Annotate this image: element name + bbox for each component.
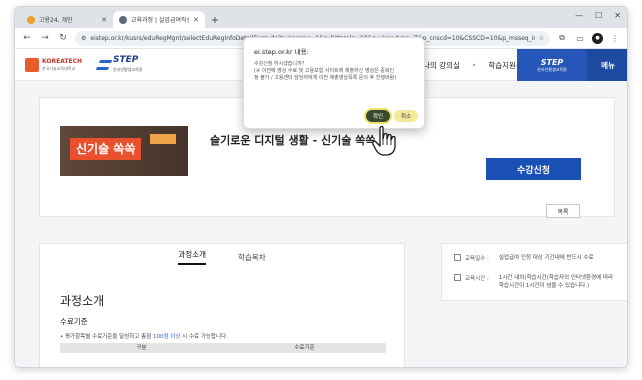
more-menu-icon[interactable]: ⋮ bbox=[609, 34, 621, 43]
step-logo[interactable]: STEP 온라인평생교육원 bbox=[95, 54, 143, 74]
step-logo-sub: 온라인평생교육원 bbox=[113, 66, 143, 72]
table-header-criteria: 수료기준 bbox=[294, 345, 315, 351]
bookmark-star-icon[interactable]: ☆ bbox=[539, 35, 544, 42]
minimize-icon[interactable]: — bbox=[575, 11, 583, 20]
course-thumbnail: 신기술 쏙쏙 bbox=[60, 126, 188, 176]
table-header-category: 구분 bbox=[136, 345, 147, 351]
thumbnail-title: 신기술 쏙쏙 bbox=[70, 138, 142, 160]
site-info-icon[interactable]: ⚙ bbox=[81, 35, 86, 42]
info-value: 실업급여 인정 대상 기간내에 반드시 수료 bbox=[498, 255, 594, 261]
section-title: 과정소개 bbox=[60, 294, 105, 308]
menu-button[interactable]: 메뉴 bbox=[587, 49, 627, 81]
info-label: 교육일수 : bbox=[465, 256, 489, 262]
completion-criteria-heading: 수료기준 bbox=[60, 317, 88, 326]
dialog-ok-button[interactable]: 확인 bbox=[366, 110, 390, 122]
hand-pointer-icon bbox=[372, 125, 396, 156]
step-logo-text: STEP bbox=[113, 54, 139, 65]
clock-icon bbox=[454, 274, 461, 281]
content-tabs: 과정소개 학습목차 bbox=[40, 244, 404, 270]
thumbnail-badge bbox=[150, 134, 176, 144]
koreatech-logo[interactable]: KOREATECH 한국기술교육대학교 bbox=[25, 57, 82, 72]
tab-course[interactable]: 교육과정 | 실업급여직승자 ✕ bbox=[113, 11, 205, 28]
promo-sub: 온라인평생교육원 bbox=[537, 66, 567, 72]
enroll-button[interactable]: 수강신청 bbox=[486, 158, 581, 180]
koreatech-logo-text: KOREATECH bbox=[42, 57, 82, 65]
koreatech-logo-sub: 한국기술교육대학교 bbox=[42, 65, 76, 71]
tab-bar: 고용24, 개인 ✕ 교육과정 | 실업급여직승자 ✕ + — ☐ ✕ bbox=[15, 7, 627, 28]
promo-title: STEP bbox=[540, 57, 564, 67]
dialog-message: 수강신청 하시겠습니까? (※ 이전에 영상 수료 및 고용보험 사이트에 제출… bbox=[254, 61, 397, 81]
info-label: 교육시간 : bbox=[465, 276, 489, 282]
info-row: 교육시간 : 1시간 내외(학습시간(학습자의 인터넷환경에 따라 학습시간이 … bbox=[454, 274, 613, 290]
course-detail-panel: 과정소개 학습목차 과정소개 수료기준 • 평가항목별 수료기준을 달성하고 총… bbox=[39, 243, 405, 367]
side-panel-icon[interactable]: ▭ bbox=[574, 34, 586, 43]
tab-title: 고용24, 개인 bbox=[39, 17, 73, 24]
profile-avatar[interactable]: ● bbox=[592, 32, 603, 44]
dialog-cancel-button[interactable]: 취소 bbox=[394, 110, 418, 122]
back-icon[interactable]: ← bbox=[21, 33, 33, 43]
list-button[interactable]: 목록 bbox=[546, 204, 580, 218]
tab-title: 교육과정 | 실업급여직승자 bbox=[131, 17, 189, 24]
extensions-icon[interactable]: ⧉ bbox=[556, 33, 568, 43]
confirm-dialog: ei.step.or.kr 내용: 수강신청 하시겠습니까? (※ 이전에 영상… bbox=[243, 37, 425, 129]
info-row: 교육일수 : 실업급여 인정 대상 기간내에 반드시 수료 bbox=[454, 254, 594, 262]
nav-my-classroom[interactable]: 나의 강의실 bbox=[423, 60, 460, 71]
calendar-icon bbox=[454, 254, 461, 261]
close-tab-icon[interactable]: ✕ bbox=[193, 16, 199, 24]
score-highlight: 100점 이상 bbox=[152, 334, 181, 340]
tab-course-intro[interactable]: 과정소개 bbox=[178, 249, 206, 265]
criteria-table-header: 구분 수료기준 bbox=[60, 343, 386, 353]
tab-curriculum[interactable]: 학습목차 bbox=[238, 252, 266, 263]
close-tab-icon[interactable]: ✕ bbox=[101, 16, 107, 24]
step-mark-icon bbox=[95, 59, 113, 70]
maximize-icon[interactable]: ☐ bbox=[595, 11, 602, 20]
completion-note: • 평가항목별 수료기준을 달성하고 총점 100점 이상 시 수료 가능합니다… bbox=[60, 334, 228, 340]
reload-icon[interactable]: ↻ bbox=[57, 33, 69, 43]
browser-window: 고용24, 개인 ✕ 교육과정 | 실업급여직승자 ✕ + — ☐ ✕ ← → … bbox=[14, 6, 628, 368]
favicon-icon bbox=[27, 15, 35, 24]
course-title: 슬기로운 디지털 생활 - 신기술 쏙쏙 bbox=[210, 134, 376, 147]
info-value: 1시간 내외(학습시간(학습자의 인터넷환경에 따라 학습시간이 1시간이 넘을… bbox=[498, 275, 614, 289]
window-controls: — ☐ ✕ bbox=[575, 11, 621, 20]
new-tab-button[interactable]: + bbox=[207, 12, 223, 28]
dialog-origin: ei.step.or.kr 내용: bbox=[254, 48, 309, 56]
close-window-icon[interactable]: ✕ bbox=[614, 11, 621, 20]
tab-goyong24[interactable]: 고용24, 개인 ✕ bbox=[21, 11, 113, 28]
global-nav: 나의 강의실 • 학습지원센터 bbox=[423, 49, 530, 81]
nav-separator: • bbox=[471, 60, 477, 70]
koreatech-mark-icon bbox=[25, 57, 39, 72]
favicon-icon bbox=[119, 15, 127, 24]
forward-icon[interactable]: → bbox=[39, 33, 51, 43]
course-info-box: 교육일수 : 실업급여 인정 대상 기간내에 반드시 수료 교육시간 : 1시간… bbox=[441, 243, 627, 301]
step-promo-banner[interactable]: STEP 온라인평생교육원 bbox=[517, 49, 587, 81]
